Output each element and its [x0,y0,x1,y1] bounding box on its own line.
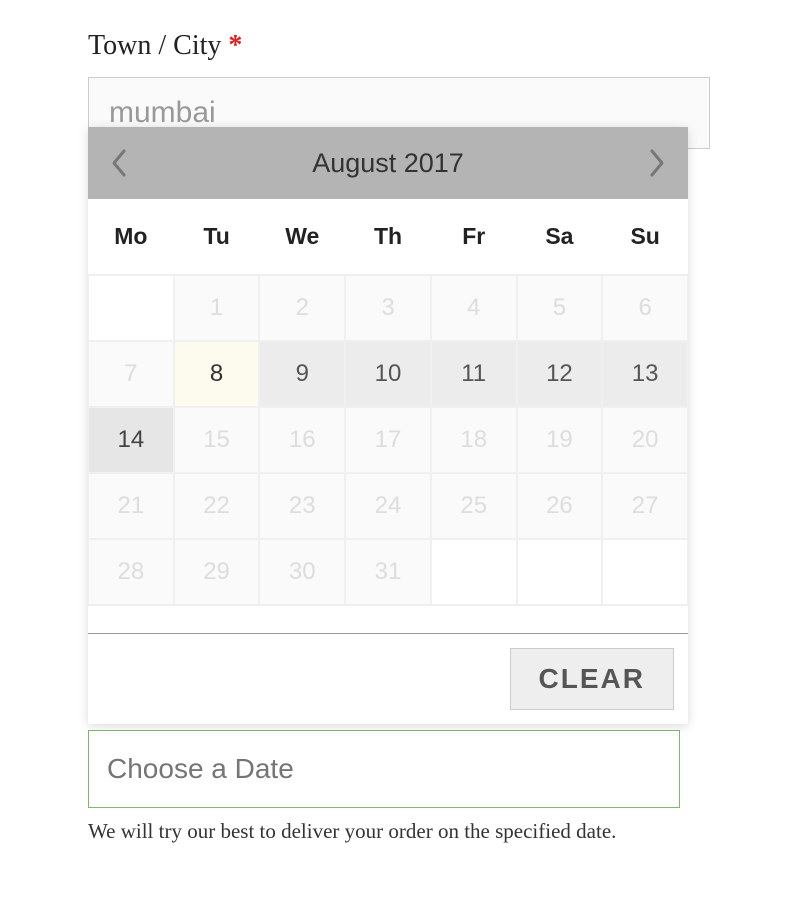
day-empty [88,275,174,341]
day-cell[interactable]: 11 [431,341,517,407]
day-cell: 3 [345,275,431,341]
day-cell[interactable]: 8 [174,341,260,407]
day-cell: 23 [259,473,345,539]
day-cell: 2 [259,275,345,341]
day-cell: 21 [88,473,174,539]
day-cell: 29 [174,539,260,605]
day-cell: 6 [602,275,688,341]
day-cell: 17 [345,407,431,473]
day-cell[interactable]: 12 [517,341,603,407]
chevron-left-icon [110,147,130,179]
day-empty [431,539,517,605]
datepicker-header: August 2017 [88,127,688,199]
day-cell: 22 [174,473,260,539]
day-cell: 31 [345,539,431,605]
prev-month-button[interactable] [110,147,130,179]
weekday-row: MoTuWeThFrSaSu [88,199,688,275]
day-cell: 25 [431,473,517,539]
day-cell: 7 [88,341,174,407]
day-cell: 19 [517,407,603,473]
month-year-title[interactable]: August 2017 [312,148,464,179]
days-grid: 1234567891011121314151617181920212223242… [88,275,688,605]
footer-spacer [88,605,688,633]
help-text: We will try our best to deliver your ord… [88,816,684,848]
weekday-header: We [259,199,345,275]
day-cell: 30 [259,539,345,605]
day-cell: 18 [431,407,517,473]
day-cell[interactable]: 13 [602,341,688,407]
label-text: Town / City [88,30,221,61]
datepicker: August 2017 MoTuWeThFrSaSu 1234567891011… [88,127,688,724]
day-cell: 26 [517,473,603,539]
weekday-header: Su [602,199,688,275]
day-cell[interactable]: 9 [259,341,345,407]
chevron-right-icon [646,147,666,179]
next-month-button[interactable] [646,147,666,179]
weekday-header: Th [345,199,431,275]
datepicker-footer: CLEAR [88,633,688,724]
day-cell: 28 [88,539,174,605]
town-city-label: Town / City * [88,30,710,62]
day-cell: 24 [345,473,431,539]
day-cell: 27 [602,473,688,539]
day-cell: 4 [431,275,517,341]
day-cell: 20 [602,407,688,473]
weekday-header: Mo [88,199,174,275]
weekday-header: Fr [431,199,517,275]
weekday-header: Tu [174,199,260,275]
weekday-header: Sa [517,199,603,275]
required-indicator: * [228,30,242,61]
date-input[interactable] [88,730,680,808]
day-empty [517,539,603,605]
day-cell[interactable]: 14 [88,407,174,473]
day-cell: 1 [174,275,260,341]
clear-button[interactable]: CLEAR [510,648,674,710]
day-cell: 16 [259,407,345,473]
day-cell[interactable]: 10 [345,341,431,407]
day-cell: 15 [174,407,260,473]
day-cell: 5 [517,275,603,341]
day-empty [602,539,688,605]
